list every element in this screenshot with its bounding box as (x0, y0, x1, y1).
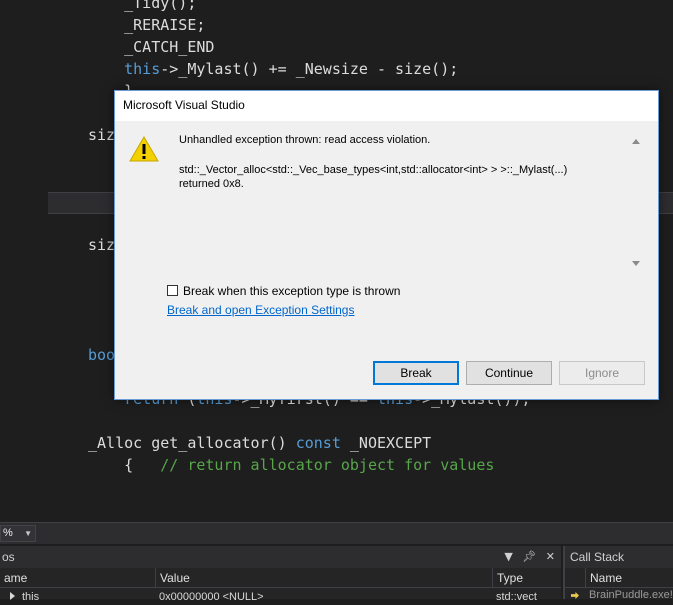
code-line: _Alloc get_allocator() const _NOEXCEPT (88, 432, 431, 454)
dialog-title: Microsoft Visual Studio (123, 98, 245, 112)
exception-detail: std::_Vector_alloc<std::_Vec_base_types<… (179, 164, 568, 176)
window-position-icon[interactable]: ▼ (504, 550, 512, 563)
autos-window: os ▼ 📌︎ ✕ ame Value Type this 0x00000000… (0, 546, 561, 603)
editor-status-bar: % ▼ (0, 522, 673, 544)
autos-title: os (2, 550, 15, 564)
exception-detail-return: returned 0x8. (179, 178, 244, 190)
message-scrollbar[interactable] (630, 131, 644, 271)
code-text: _CATCH_END (124, 38, 215, 56)
pin-icon[interactable]: 📌︎ (522, 550, 536, 563)
exception-message: Unhandled exception thrown: read access … (179, 134, 431, 146)
code-keyword: this (124, 60, 161, 78)
call-stack-title: Call Stack (570, 550, 625, 564)
row-value[interactable]: 0x00000000 <NULL> (155, 589, 492, 605)
code-line: this->_Mylast() += _Newsize - size(); (88, 58, 458, 80)
code-line: { // return allocator object for values (88, 454, 494, 476)
exception-message-area: Unhandled exception thrown: read access … (179, 133, 619, 191)
code-line: _CATCH_END (88, 36, 214, 58)
row-name: this (22, 591, 40, 603)
call-stack-window: Call Stack Name BrainPuddle.exe! (563, 546, 673, 601)
row-type: std::vect (496, 591, 537, 603)
break-button[interactable]: Break (373, 361, 459, 385)
code-text: { (124, 456, 161, 474)
continue-button[interactable]: Continue (466, 361, 552, 385)
zoom-level-combo[interactable]: % ▼ (0, 525, 36, 542)
code-text: _NOEXCEPT (340, 434, 432, 452)
scroll-up-icon[interactable] (632, 139, 640, 144)
close-icon[interactable]: ✕ (546, 550, 555, 563)
table-row[interactable]: this 0x00000000 <NULL> std::vect (0, 588, 561, 604)
column-header-value[interactable]: Value (155, 568, 492, 588)
dialog-title-bar[interactable]: Microsoft Visual Studio (115, 91, 658, 121)
call-stack-frame[interactable]: BrainPuddle.exe! (589, 589, 673, 601)
code-line: _RERAISE; (88, 14, 205, 36)
column-header-name[interactable]: ame (0, 568, 155, 588)
ignore-button: Ignore (559, 361, 645, 385)
code-keyword: const (295, 434, 341, 452)
code-text: _RERAISE; (124, 16, 206, 34)
scroll-down-icon[interactable] (632, 261, 640, 266)
column-header-type[interactable]: Type (492, 568, 561, 588)
break-on-exception-label[interactable]: Break when this exception type is thrown (183, 284, 400, 298)
current-frame-arrow-icon (571, 592, 579, 599)
autos-title-bar[interactable]: os ▼ 📌︎ ✕ (0, 546, 561, 568)
exception-settings-link[interactable]: Break and open Exception Settings (167, 303, 354, 317)
column-header-name[interactable]: Name (585, 568, 673, 588)
code-text: siz (88, 236, 116, 254)
autos-column-headers: ame Value Type (0, 568, 561, 588)
code-text: siz (88, 126, 116, 144)
chevron-down-icon[interactable]: ▼ (24, 526, 32, 541)
break-on-exception-checkbox[interactable] (167, 285, 178, 296)
zoom-level-value: % (3, 527, 13, 539)
code-line: siz (88, 124, 115, 146)
code-text: _Tidy(); (124, 0, 197, 12)
exception-dialog: Microsoft Visual Studio Unhandled except… (114, 90, 659, 400)
code-line: siz (88, 234, 115, 256)
code-line: boo (88, 344, 115, 366)
warning-icon (129, 136, 159, 162)
call-stack-column-headers: Name (565, 568, 673, 588)
code-text: ->_Mylast() += _Newsize - size(); (160, 60, 459, 78)
code-keyword: boo (88, 346, 116, 364)
code-text: _Alloc get_allocator() (88, 434, 296, 452)
call-stack-title-bar[interactable]: Call Stack (565, 546, 673, 568)
code-line: _Tidy(); (88, 0, 196, 14)
code-comment: // return allocator object for values (160, 456, 495, 474)
